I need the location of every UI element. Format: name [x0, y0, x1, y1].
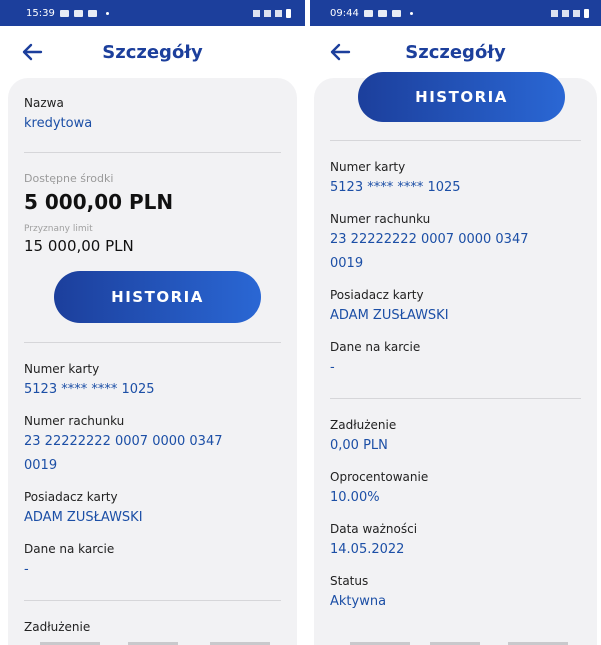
divider [330, 140, 581, 141]
wifi-icon [562, 9, 569, 17]
more-notifications-icon [409, 11, 413, 15]
card-number-label: Numer karty [24, 362, 100, 376]
notification-icon [59, 9, 69, 17]
debt-label: Zadłużenie [330, 418, 397, 432]
nazwa-label: Nazwa [24, 96, 64, 110]
page-title: Szczegóły [102, 41, 203, 63]
divider [330, 398, 581, 399]
phone-screen-right: 09:44 Szczegóły HISTORIA Numer karty 512… [310, 0, 601, 645]
wifi-icon [264, 9, 271, 17]
notification-icon [363, 9, 373, 17]
card-data-label: Dane na karcie [330, 340, 421, 354]
account-number-value-line1: 23 22222222 0007 0000 0347 [24, 434, 223, 449]
debt-label: Zadłużenie [24, 620, 91, 634]
card-data-value: - [24, 562, 29, 577]
available-funds-value: 5 000,00 PLN [24, 190, 174, 214]
status-value: Aktywna [330, 594, 387, 609]
back-button[interactable] [328, 40, 352, 64]
page-title: Szczegóły [405, 41, 506, 63]
notification-icon [391, 9, 401, 17]
notification-icon [73, 9, 83, 17]
details-card: HISTORIA Numer karty 5123 **** **** 1025… [314, 72, 597, 645]
card-holder-label: Posiadacz karty [330, 288, 424, 302]
battery-icon [286, 8, 291, 18]
phone-screen-left: 15:39 Szczegóły Nazwa kredytowa Dostępne… [0, 0, 305, 645]
card-data-label: Dane na karcie [24, 542, 115, 556]
card-number-value: 5123 **** **** 1025 [24, 382, 155, 397]
historia-button[interactable]: HISTORIA [54, 271, 261, 323]
status-label: Status [330, 574, 369, 588]
expiry-date-value: 14.05.2022 [330, 542, 405, 557]
card-number-value: 5123 **** **** 1025 [330, 180, 461, 195]
status-bar: 09:44 [310, 0, 601, 26]
account-number-value-line1: 23 22222222 0007 0000 0347 [330, 232, 529, 247]
limit-value: 15 000,00 PLN [24, 237, 134, 255]
status-time: 15:39 [26, 7, 55, 19]
expiry-date-label: Data ważności [330, 522, 418, 536]
nazwa-value: kredytowa [24, 116, 93, 131]
limit-label: Przyznany limit [24, 224, 93, 234]
status-bar: 15:39 [0, 0, 305, 26]
card-holder-value: ADAM ZUSŁAWSKI [330, 308, 449, 323]
alarm-icon [253, 9, 260, 17]
more-notifications-icon [105, 11, 109, 15]
card-data-value: - [330, 360, 335, 375]
notification-icon [87, 9, 97, 17]
divider [24, 152, 281, 153]
card-holder-label: Posiadacz karty [24, 490, 118, 504]
debt-value: 0,00 PLN [330, 438, 388, 453]
divider [24, 342, 281, 343]
signal-icon [275, 9, 282, 17]
notification-icon [377, 9, 387, 17]
alarm-icon [551, 9, 558, 17]
status-time: 09:44 [330, 7, 359, 19]
interest-label: Oprocentowanie [330, 470, 429, 484]
back-button[interactable] [20, 40, 44, 64]
historia-button[interactable]: HISTORIA [358, 72, 565, 122]
app-header: Szczegóły [0, 26, 305, 78]
account-number-value-line2: 0019 [24, 458, 58, 473]
account-number-label: Numer rachunku [24, 414, 125, 428]
battery-icon [584, 8, 589, 18]
signal-icon [573, 9, 580, 17]
account-number-label: Numer rachunku [330, 212, 431, 226]
divider [24, 600, 281, 601]
card-holder-value: ADAM ZUSŁAWSKI [24, 510, 143, 525]
details-card: Nazwa kredytowa Dostępne środki 5 000,00… [8, 78, 297, 645]
arrow-left-icon [330, 43, 351, 61]
account-number-value-line2: 0019 [330, 256, 364, 271]
card-number-label: Numer karty [330, 160, 406, 174]
interest-value: 10.00% [330, 490, 380, 505]
app-header: Szczegóły [310, 26, 601, 78]
arrow-left-icon [22, 43, 43, 61]
available-funds-label: Dostępne środki [24, 172, 114, 185]
